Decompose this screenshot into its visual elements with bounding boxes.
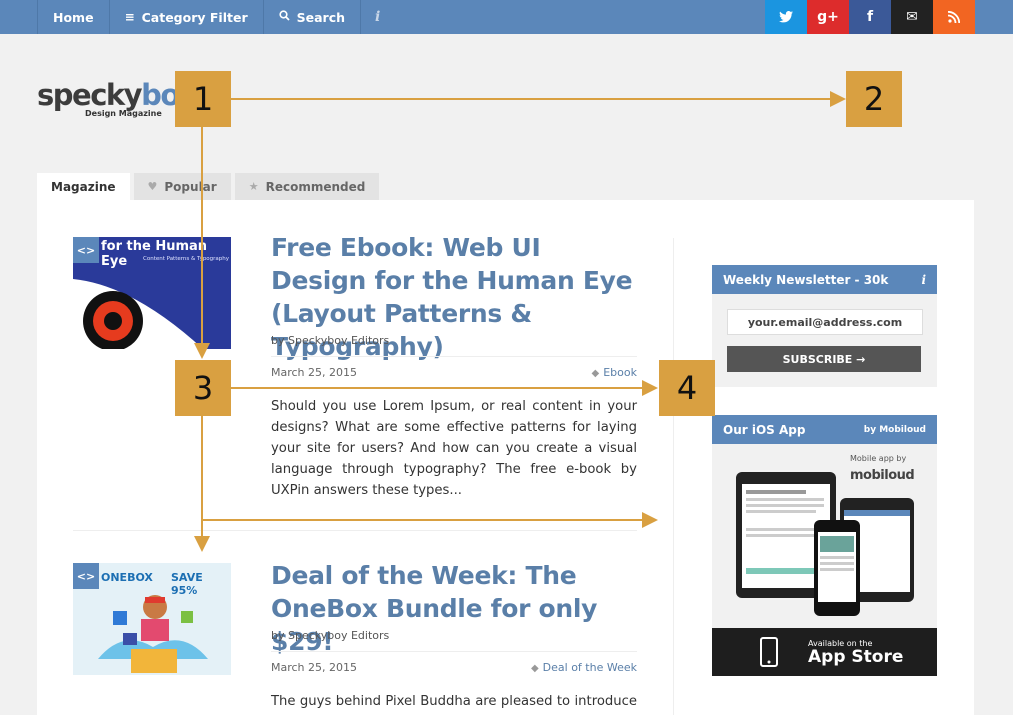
annotation-marker-4: 4	[659, 360, 715, 416]
annotation-marker-3: 3	[175, 360, 231, 416]
annotation-marker-2: 2	[846, 71, 902, 127]
annotation-marker-1: 1	[175, 71, 231, 127]
